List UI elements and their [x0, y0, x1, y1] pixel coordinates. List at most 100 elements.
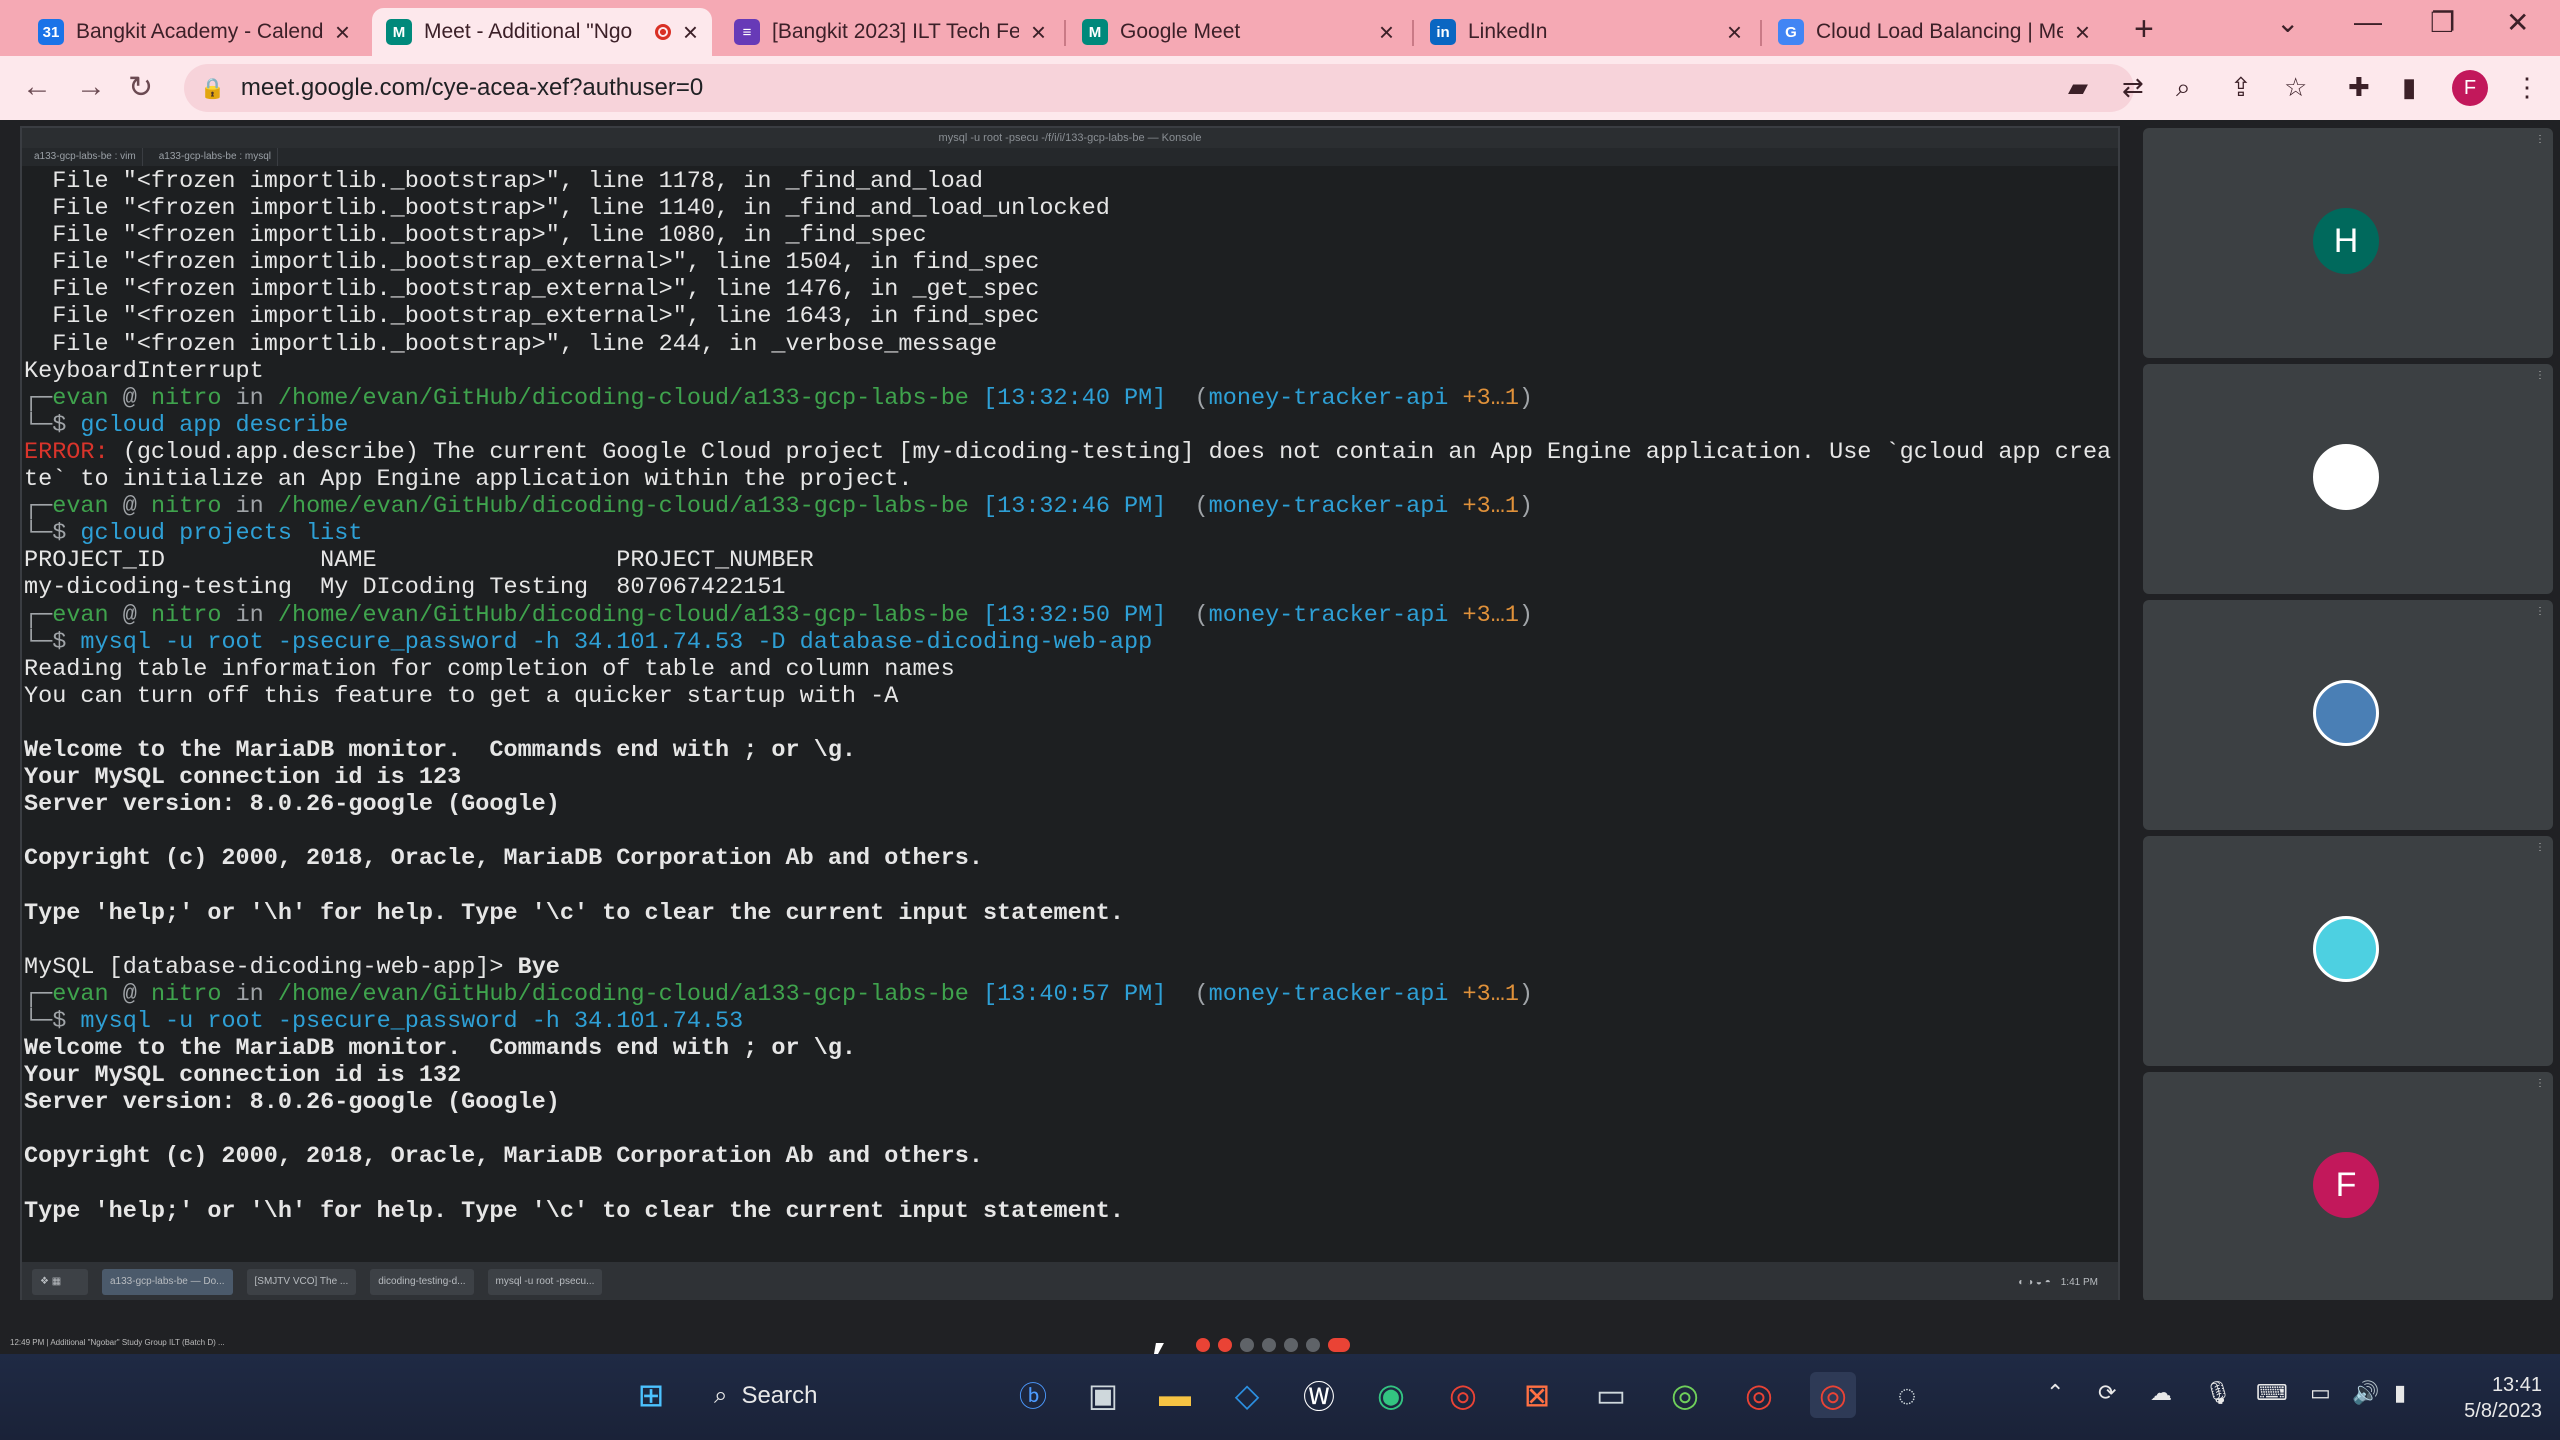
zoom-icon[interactable]: ⌕	[2176, 72, 2191, 104]
tile-menu-icon[interactable]: ⋮	[2535, 1078, 2545, 1089]
bookmark-star-icon[interactable]: ☆	[2284, 72, 2307, 103]
tray-chevron-icon[interactable]: ⌃	[2046, 1380, 2064, 1406]
terminal-segment: nitro	[150, 601, 222, 629]
browser-tab[interactable]: ≡ [Bangkit 2023] ILT Tech Fee ×	[720, 8, 1060, 56]
close-tab-icon[interactable]: ×	[335, 17, 350, 48]
participant-photo	[2313, 444, 2379, 510]
reload-button[interactable]: ↻	[128, 70, 153, 105]
back-button[interactable]: ←	[22, 70, 52, 104]
bing-icon[interactable]: ⓑ	[1010, 1372, 1056, 1418]
taskbar-search[interactable]: ⌕ Search	[700, 1372, 1000, 1420]
close-tab-icon[interactable]: ×	[1727, 17, 1742, 48]
participant-tile[interactable]: ⋮	[2143, 836, 2553, 1066]
participant-tile[interactable]: F ⋮	[2143, 1072, 2553, 1302]
terminal-segment: /home/evan/GitHub/dicoding-cloud/a133-gc…	[277, 980, 969, 1008]
tray-network-icon[interactable]: ▭	[2310, 1380, 2331, 1406]
tile-menu-icon[interactable]: ⋮	[2535, 842, 2545, 853]
terminal-line: └─$ gcloud projects list	[24, 520, 2118, 547]
new-tab-button[interactable]: +	[2134, 10, 2154, 49]
browser-tab[interactable]: in LinkedIn ×	[1416, 8, 1756, 56]
close-tab-icon[interactable]: ×	[2075, 17, 2090, 48]
close-tab-icon[interactable]: ×	[1379, 17, 1394, 48]
maximize-button[interactable]: ❐	[2430, 6, 2455, 39]
camera-icon[interactable]: ▰	[2068, 72, 2088, 103]
tray-battery-icon[interactable]: ▮	[2394, 1380, 2406, 1406]
terminal-segment: Type 'help;' or '\h' for help. Type '\c'…	[24, 1197, 1124, 1225]
terminal-icon[interactable]: ▭	[1588, 1372, 1634, 1418]
tray-cloud-icon[interactable]: ☁	[2150, 1380, 2172, 1406]
shared-clock: 1:41 PM	[2060, 1276, 2098, 1288]
chrome-icon[interactable]: ◎	[1440, 1372, 1486, 1418]
terminal-segment: )	[1518, 384, 1534, 412]
terminal-segment: ┌─	[24, 493, 53, 521]
close-window-button[interactable]: ✕	[2506, 6, 2529, 39]
participant-tile[interactable]: H ⋮	[2143, 128, 2553, 358]
browser-tab[interactable]: 31 Bangkit Academy - Calenda ×	[24, 8, 364, 56]
address-bar[interactable]: 🔒 meet.google.com/cye-acea-xef?authuser=…	[184, 64, 2134, 112]
extensions-icon[interactable]: ✚	[2348, 72, 2370, 103]
terminal-line: File "<frozen importlib._bootstrap>", li…	[24, 168, 2118, 195]
camera-off-button[interactable]	[1218, 1338, 1232, 1352]
terminal-segment: in	[221, 980, 278, 1008]
tab-title: Meet - Additional "Ngo	[424, 20, 633, 43]
forward-button[interactable]: →	[76, 70, 106, 104]
browser-tab[interactable]: M Google Meet ×	[1068, 8, 1408, 56]
share-icon[interactable]: ⇪	[2230, 72, 2252, 103]
chrome-active-icon[interactable]: ◎	[1810, 1372, 1856, 1418]
tab-title: Google Meet	[1120, 20, 1241, 43]
more-options-button[interactable]	[1306, 1338, 1320, 1352]
xampp-icon[interactable]: ⊠	[1514, 1372, 1560, 1418]
terminal-segment: nitro	[150, 980, 222, 1008]
minimize-button[interactable]: —	[2354, 6, 2382, 38]
raise-hand-button[interactable]	[1284, 1338, 1298, 1352]
konsole-tab: a133-gcp-labs-be : vim	[28, 148, 143, 166]
tab-title: Bangkit Academy - Calenda	[76, 20, 323, 43]
captions-button[interactable]	[1240, 1338, 1254, 1352]
taskbar-clock[interactable]: 13:41 5/8/2023	[2438, 1372, 2542, 1424]
profile-avatar[interactable]: F	[2452, 70, 2488, 106]
tray-volume-icon[interactable]: 🔊	[2352, 1380, 2379, 1406]
terminal-segment: ERROR:	[24, 438, 109, 466]
file-explorer-icon[interactable]: ▬	[1152, 1372, 1198, 1418]
side-panel-icon[interactable]: ▮	[2402, 72, 2416, 103]
tile-menu-icon[interactable]: ⋮	[2535, 606, 2545, 617]
terminal-line: Your MySQL connection id is 132	[24, 1062, 2118, 1089]
tray-keyboard-icon[interactable]: ⌨	[2256, 1380, 2288, 1406]
terminal-segment: /home/evan/GitHub/dicoding-cloud/a133-gc…	[277, 601, 969, 629]
word-icon[interactable]: Ⓦ	[1296, 1372, 1342, 1418]
tab-search-icon[interactable]: ⌄	[2276, 6, 2299, 39]
terminal-line: PROJECT_ID NAME PROJECT_NUMBER	[24, 547, 2118, 574]
tab-separator	[1760, 20, 1762, 46]
browser-tab[interactable]: G Cloud Load Balancing | Me ×	[1764, 8, 2104, 56]
close-tab-icon[interactable]: ×	[1031, 17, 1046, 48]
terminal-segment: Your MySQL connection id is 132	[24, 1062, 462, 1090]
edge-icon[interactable]: ◉	[1368, 1372, 1414, 1418]
chrome-dev-icon[interactable]: ◎	[1662, 1372, 1708, 1418]
vscode-icon[interactable]: ◇	[1224, 1372, 1270, 1418]
terminal-line: KeyboardInterrupt	[24, 358, 2118, 385]
obs-icon[interactable]: ◌	[1884, 1372, 1930, 1418]
terminal-segment: evan	[52, 493, 109, 521]
chrome-profile-icon[interactable]: ◎	[1736, 1372, 1782, 1418]
terminal-line: ┌─evan @ nitro in /home/evan/GitHub/dico…	[24, 602, 2118, 629]
tile-menu-icon[interactable]: ⋮	[2535, 134, 2545, 145]
tab-separator	[1412, 20, 1414, 46]
participant-tile[interactable]: ⋮	[2143, 600, 2553, 830]
participant-tile[interactable]: ⋮	[2143, 364, 2553, 594]
present-button[interactable]	[1262, 1338, 1276, 1352]
task-view-icon[interactable]: ▣	[1080, 1372, 1126, 1418]
close-tab-icon[interactable]: ×	[683, 17, 698, 48]
tray-sync-icon[interactable]: ⟳	[2098, 1380, 2116, 1406]
mic-off-button[interactable]	[1196, 1338, 1210, 1352]
terminal-segment: (	[1166, 980, 1209, 1008]
translate-icon[interactable]: ⇄	[2122, 72, 2144, 103]
windows-start-icon[interactable]: ⊞	[628, 1372, 674, 1418]
tile-menu-icon[interactable]: ⋮	[2535, 370, 2545, 381]
leave-call-button[interactable]	[1328, 1338, 1350, 1352]
browser-tab[interactable]: M Meet - Additional "Ngo ×	[372, 8, 712, 56]
browser-menu-icon[interactable]: ⋮	[2514, 72, 2540, 103]
tray-mic-icon[interactable]: 🎙	[2204, 1380, 2232, 1406]
